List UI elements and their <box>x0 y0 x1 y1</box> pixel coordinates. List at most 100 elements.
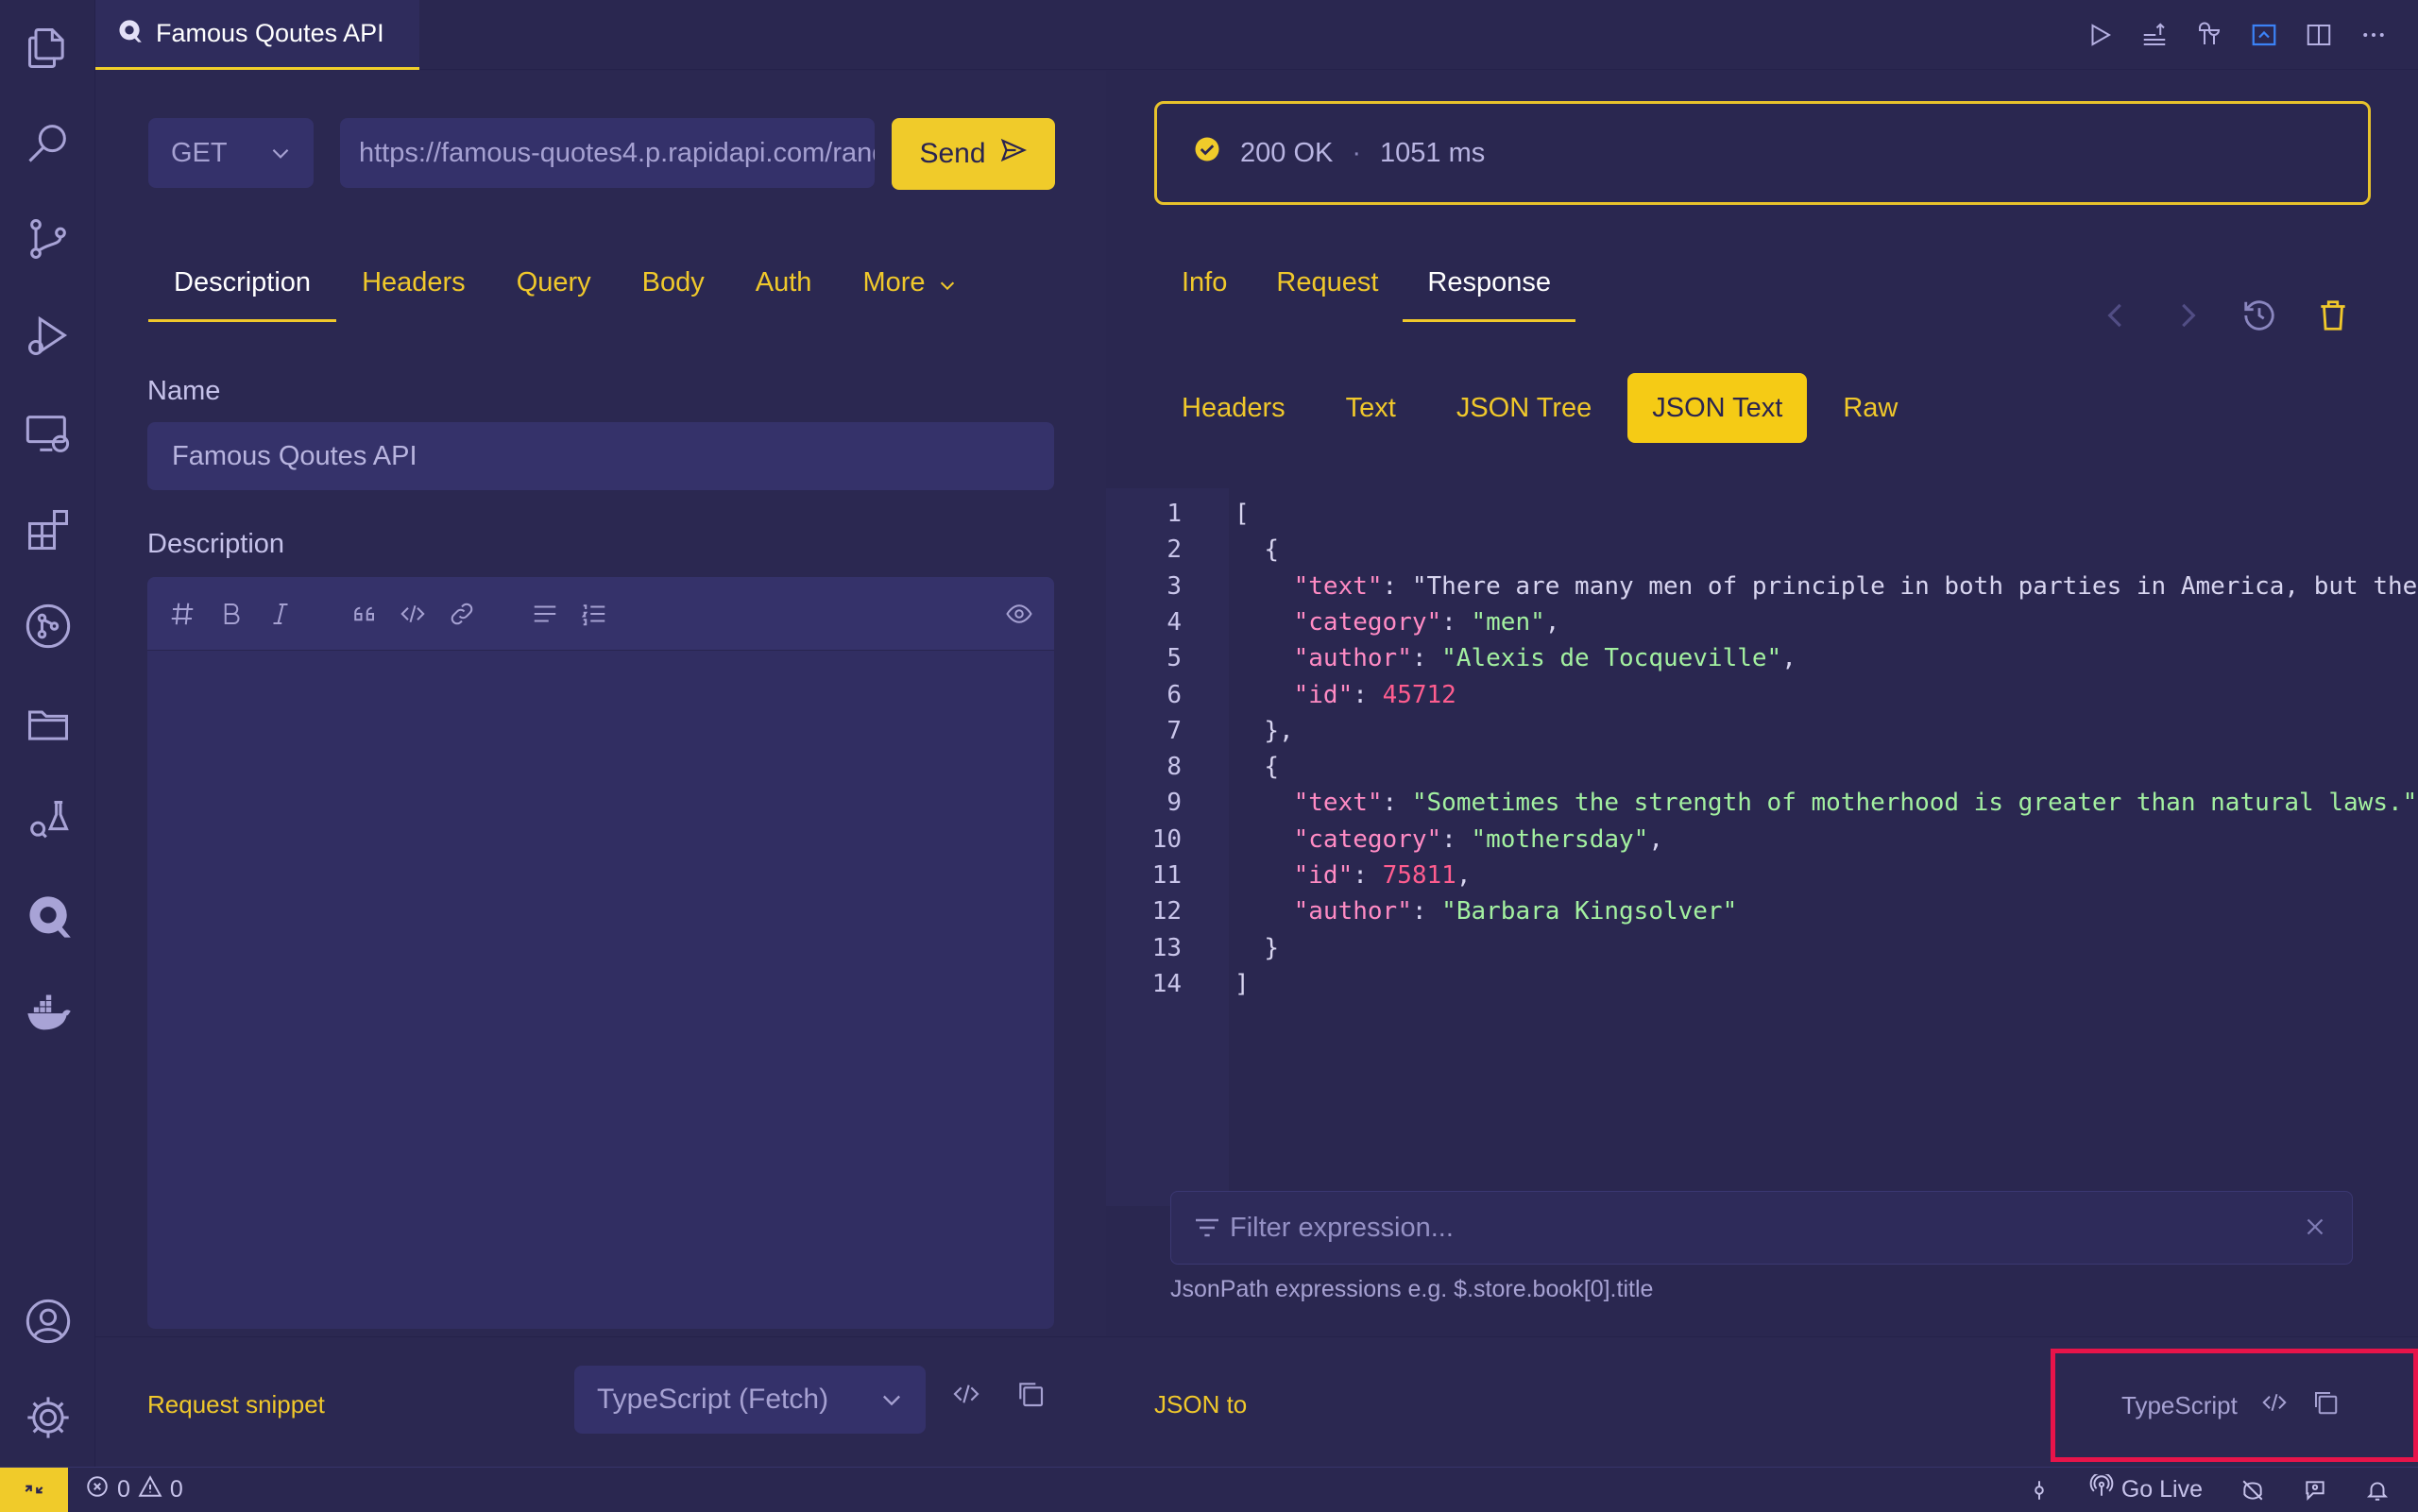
response-time: 1051 ms <box>1380 137 1486 168</box>
history-icon[interactable] <box>2241 297 2277 338</box>
code-text: "category": "mothersday", <box>1293 824 1663 854</box>
chevron-right-icon[interactable] <box>2170 297 2205 338</box>
compare-icon[interactable] <box>2193 19 2225 51</box>
thunder-test-icon[interactable] <box>21 793 76 848</box>
format-tab-raw[interactable]: Raw <box>1818 373 1922 443</box>
code-text: "id": 45712 <box>1293 680 1456 709</box>
json-response-viewer[interactable]: 1[2 {3 "text": "There are many men of pr… <box>1106 488 2418 1206</box>
search-icon[interactable] <box>21 115 76 170</box>
format-tab-json-text[interactable]: JSON Text <box>1627 373 1808 443</box>
snippet-copy-icon[interactable] <box>1015 1379 1046 1414</box>
error-icon <box>85 1474 110 1505</box>
more-actions-icon[interactable] <box>2358 19 2390 51</box>
line-number: 13 <box>1151 933 1182 962</box>
request-snippet-bar: Request snippet TypeScript (Fetch) <box>95 1336 1106 1467</box>
source-control-icon[interactable] <box>21 212 76 266</box>
heading-icon[interactable] <box>166 598 198 630</box>
tab-more[interactable]: More <box>837 260 982 322</box>
success-check-icon <box>1193 135 1221 171</box>
json-to-label: JSON to <box>1154 1390 1248 1419</box>
quote-icon[interactable] <box>348 598 380 630</box>
snippet-language-select[interactable]: TypeScript (Fetch) <box>574 1366 926 1434</box>
tab-description[interactable]: Description <box>148 260 337 322</box>
unordered-list-icon[interactable] <box>529 598 561 630</box>
format-tab-json-tree[interactable]: JSON Tree <box>1432 373 1616 443</box>
status-separator: · <box>1352 137 1362 168</box>
status-code: 200 OK <box>1240 137 1334 168</box>
problems-indicator[interactable]: 0 0 <box>85 1474 183 1505</box>
code-text: "id": 75811, <box>1293 861 1472 890</box>
docker-icon[interactable] <box>21 986 76 1041</box>
filter-hint: JsonPath expressions e.g. $.store.book[0… <box>1170 1276 1654 1302</box>
json-to-code-icon[interactable] <box>2260 1388 2289 1423</box>
run-debug-icon[interactable] <box>21 308 76 363</box>
clear-filter-close-icon[interactable] <box>2301 1213 2329 1249</box>
tab-body[interactable]: Body <box>617 260 730 322</box>
response-status: 200 OK · 1051 ms <box>1154 101 2371 205</box>
send-label: Send <box>919 138 986 169</box>
snippet-code-icon[interactable] <box>951 1379 981 1414</box>
upload-icon[interactable] <box>2138 19 2171 51</box>
code-line: 14] <box>1106 966 2418 1002</box>
chevron-down-icon <box>937 267 958 303</box>
status-bar: 0 0 Go Live <box>0 1467 2418 1512</box>
split-editor-icon[interactable] <box>2303 19 2335 51</box>
tab-request[interactable]: Request <box>1252 260 1403 322</box>
request-tabs: Description Headers Query Body Auth More <box>148 260 983 322</box>
code-icon[interactable] <box>397 598 429 630</box>
format-tab-text[interactable]: Text <box>1321 373 1421 443</box>
method-select[interactable]: GET <box>148 118 314 188</box>
format-tab-headers[interactable]: Headers <box>1157 373 1310 443</box>
feedback-icon[interactable] <box>2303 1478 2327 1503</box>
code-text: "author": "Barbara Kingsolver" <box>1293 897 1738 926</box>
name-input[interactable]: Famous Qoutes API <box>147 422 1054 490</box>
run-icon[interactable] <box>2084 19 2116 51</box>
copilot-icon[interactable] <box>2240 1478 2265 1503</box>
preview-eye-icon[interactable] <box>1003 598 1035 630</box>
thunder-client-icon[interactable] <box>21 890 76 944</box>
filter-expression-input[interactable]: Filter expression... <box>1170 1191 2353 1265</box>
send-button[interactable]: Send <box>892 118 1055 190</box>
filter-icon <box>1192 1213 1222 1250</box>
folder-icon[interactable] <box>21 697 76 752</box>
go-live-button[interactable]: Go Live <box>2089 1471 2203 1505</box>
bold-icon[interactable] <box>215 598 247 630</box>
code-line: 3 "text": "There are many men of princip… <box>1106 569 2418 604</box>
tab-headers[interactable]: Headers <box>336 260 491 322</box>
extensions-icon[interactable] <box>21 502 76 557</box>
settings-gear-icon[interactable] <box>21 1390 76 1445</box>
code-line: 7 }, <box>1106 713 2418 749</box>
json-to-copy-icon[interactable] <box>2311 1388 2340 1423</box>
code-line: 13 } <box>1106 930 2418 966</box>
url-input[interactable]: https://famous-quotes4.p.rapidapi.com/ra… <box>340 118 875 188</box>
code-line: 12 "author": "Barbara Kingsolver" <box>1106 893 2418 929</box>
tab-auth[interactable]: Auth <box>730 260 838 322</box>
go-live-label: Go Live <box>2120 1476 2203 1503</box>
trash-icon[interactable] <box>2315 297 2351 338</box>
remote-connection-icon[interactable] <box>0 1467 68 1512</box>
account-icon[interactable] <box>21 1294 76 1349</box>
name-label: Name <box>147 376 221 406</box>
editor-tab-bar: Famous Qoutes API <box>95 0 2418 70</box>
description-editor[interactable] <box>147 577 1054 1329</box>
editor-tab-famous-qoutes[interactable]: Famous Qoutes API <box>95 0 419 70</box>
explorer-icon[interactable] <box>21 21 76 76</box>
chevron-down-icon <box>878 1386 905 1420</box>
italic-icon[interactable] <box>264 598 297 630</box>
tab-info[interactable]: Info <box>1157 260 1252 322</box>
ordered-list-icon[interactable] <box>578 598 610 630</box>
remote-explorer-icon[interactable] <box>21 406 76 461</box>
tab-response[interactable]: Response <box>1403 260 1575 322</box>
open-preview-icon[interactable] <box>2248 19 2280 51</box>
tab-query[interactable]: Query <box>491 260 617 322</box>
code-line: 9 "text": "Sometimes the strength of mot… <box>1106 785 2418 821</box>
link-icon[interactable] <box>446 598 478 630</box>
thunder-client-tab-icon <box>116 18 143 49</box>
notifications-bell-icon[interactable] <box>2365 1478 2390 1503</box>
json-to-language[interactable]: TypeScript <box>2121 1391 2238 1420</box>
commit-icon[interactable] <box>2027 1478 2052 1503</box>
git-graph-icon[interactable] <box>21 599 76 654</box>
code-line: 10 "category": "mothersday", <box>1106 822 2418 858</box>
editor-actions <box>2084 0 2390 70</box>
chevron-left-icon[interactable] <box>2098 297 2134 338</box>
